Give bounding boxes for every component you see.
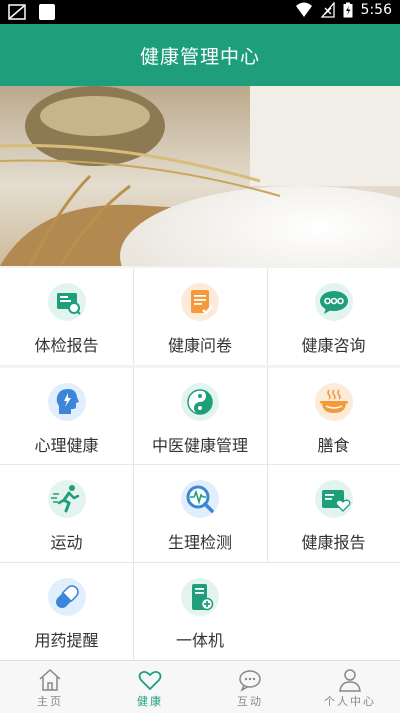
heart-icon bbox=[138, 670, 162, 691]
menu-label: 健康咨询 bbox=[301, 336, 366, 355]
main-menu: 心理健康 中医健康管理 膳食 运动 生理检测 健康报告 用药提醒 一体机 bbox=[0, 368, 400, 660]
tab-label: 主页 bbox=[37, 695, 63, 708]
heart-card-icon bbox=[314, 480, 353, 518]
tab-label: 健康 bbox=[137, 695, 163, 708]
bowl-icon bbox=[314, 383, 353, 421]
menu-item-physiology-test[interactable]: 生理检测 bbox=[133, 465, 267, 562]
tab-interact[interactable]: 互动 bbox=[200, 661, 300, 713]
app-notification-icon bbox=[39, 4, 55, 20]
questionnaire-icon bbox=[181, 283, 219, 321]
menu-item-exercise[interactable]: 运动 bbox=[0, 465, 133, 562]
menu-label: 生理检测 bbox=[167, 533, 232, 552]
runner-icon bbox=[47, 480, 86, 518]
top-menu: 体检报告 健康问卷 健康咨询 bbox=[0, 268, 400, 365]
pulse-magnifier-icon bbox=[181, 480, 219, 518]
menu-label: 运动 bbox=[50, 533, 83, 552]
menu-item-medication-reminder[interactable]: 用药提醒 bbox=[0, 563, 133, 660]
head-icon bbox=[47, 383, 86, 421]
person-icon bbox=[339, 669, 361, 692]
chat-bubble-icon bbox=[239, 670, 261, 692]
menu-label: 一体机 bbox=[175, 631, 224, 650]
menu-label: 用药提醒 bbox=[34, 631, 99, 650]
tab-label: 互动 bbox=[237, 695, 263, 708]
wifi-icon bbox=[295, 2, 312, 17]
menu-item-health-consult[interactable]: 健康咨询 bbox=[267, 268, 400, 365]
menu-label: 健康报告 bbox=[301, 533, 366, 552]
chat-icon bbox=[314, 283, 353, 321]
menu-label: 中医健康管理 bbox=[151, 436, 248, 455]
pill-icon bbox=[47, 578, 86, 616]
menu-label: 体检报告 bbox=[34, 336, 99, 355]
home-icon bbox=[39, 668, 61, 691]
menu-item-mental-health[interactable]: 心理健康 bbox=[0, 368, 133, 464]
menu-item-health-questionnaire[interactable]: 健康问卷 bbox=[133, 268, 267, 365]
menu-label: 心理健康 bbox=[34, 436, 99, 455]
status-time: 5:56 bbox=[360, 2, 392, 18]
page-title: 健康管理中心 bbox=[139, 45, 260, 68]
menu-label: 膳食 bbox=[317, 436, 350, 455]
signal-icon bbox=[320, 2, 335, 18]
menu-item-physical-report[interactable]: 体检报告 bbox=[0, 268, 133, 365]
tab-health[interactable]: 健康 bbox=[100, 661, 200, 713]
battery-icon bbox=[343, 2, 353, 18]
menu-item-tcm-health[interactable]: 中医健康管理 bbox=[133, 368, 267, 464]
menu-item-health-report[interactable]: 健康报告 bbox=[267, 465, 400, 562]
menu-item-diet[interactable]: 膳食 bbox=[267, 368, 400, 464]
device-icon bbox=[181, 578, 219, 616]
menu-item-kiosk[interactable]: 一体机 bbox=[133, 563, 267, 660]
report-icon bbox=[47, 283, 86, 321]
tab-home[interactable]: 主页 bbox=[0, 661, 100, 713]
bottom-tab-bar: 主页 健康 互动 个人中心 bbox=[0, 660, 400, 713]
banner-image bbox=[0, 86, 400, 266]
status-bar: 5:56 bbox=[0, 0, 400, 24]
app-header: 健康管理中心 bbox=[0, 24, 400, 86]
tab-label: 个人中心 bbox=[324, 695, 376, 708]
tab-profile[interactable]: 个人中心 bbox=[300, 661, 400, 713]
menu-label: 健康问卷 bbox=[167, 336, 232, 355]
yin-yang-icon bbox=[181, 383, 219, 421]
notification-icon bbox=[8, 4, 26, 20]
